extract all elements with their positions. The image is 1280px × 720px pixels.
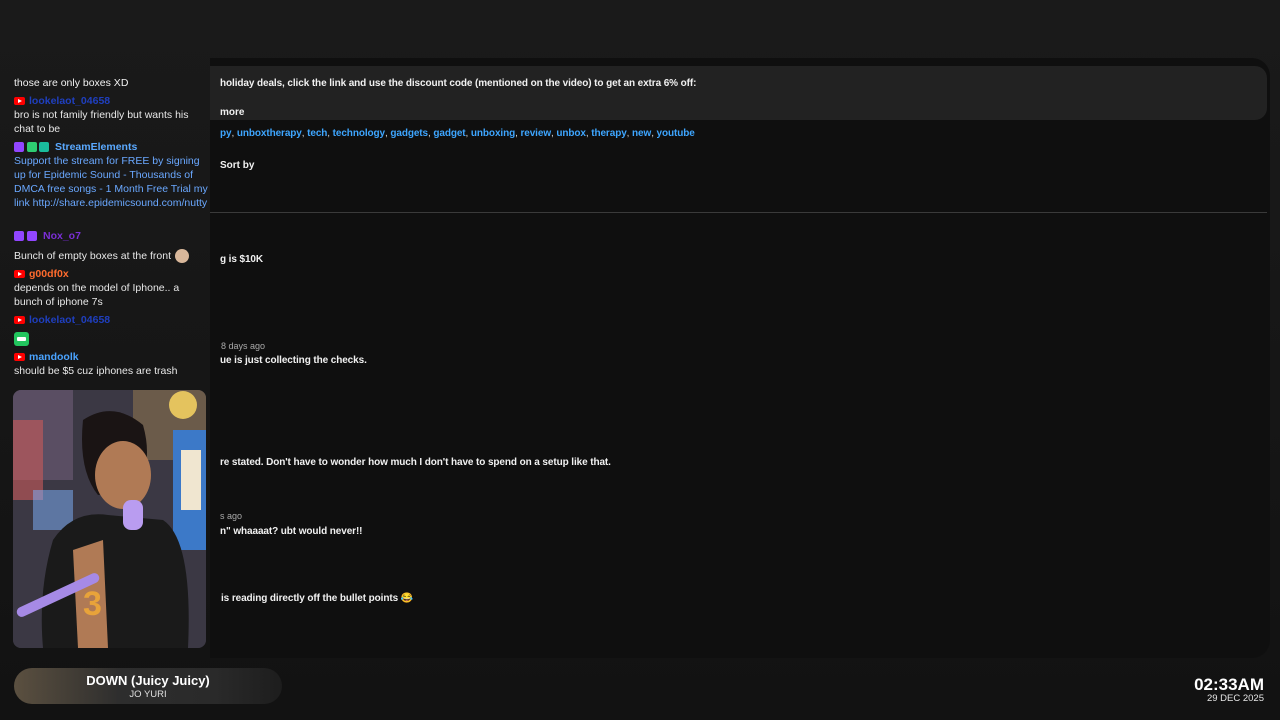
chat-username-row: mandoolk [14,350,210,364]
show-more-button[interactable]: more [220,107,244,118]
chat-message: depends on the model of Iphone.. a bunch… [14,282,180,308]
comment-timestamp[interactable]: 8 days ago [221,341,265,351]
tag-link[interactable]: review [520,128,551,139]
youtube-icon [14,270,25,279]
comment-timestamp[interactable]: s ago [220,511,242,521]
tag-link[interactable]: gadgets [390,128,428,139]
comment-text: g is $10K [220,254,264,265]
comment-text: ue is just collecting the checks. [220,355,367,366]
youtube-icon [14,97,25,106]
youtube-page: holiday deals, click the link and use th… [210,58,1270,658]
chat-message: Bunch of empty boxes at the front [14,250,172,262]
emote-icon [14,332,29,346]
tag-link[interactable]: tech [307,128,327,139]
chat-username-row: Nox_o7 [14,229,210,243]
badge-icon [27,142,37,153]
comment-text: re stated. Don't have to wonder how much… [220,457,611,468]
chat-username: g00df0x [29,268,69,280]
chat-message: bro is not family friendly but wants his… [14,109,189,135]
chat-message-row: Bunch of empty boxes at the front [14,249,210,264]
hashtag-list: py, unboxtherapy, tech, technology, gadg… [220,128,695,139]
chat-username-row: g00df0x [14,267,210,281]
tag-link[interactable]: youtube [657,128,695,139]
chat-username: StreamElements [55,141,138,153]
tag-link[interactable]: py [220,128,232,139]
svg-text:3: 3 [83,585,102,623]
chat-username: Nox_o7 [43,230,81,242]
badge-icon [27,231,37,242]
chat-message: should be $5 cuz iphones are trash [14,365,178,377]
description-box[interactable]: holiday deals, click the link and use th… [210,66,1267,120]
chat-username: lookelaot_04658 [29,95,111,107]
tag-link[interactable]: technology [333,128,385,139]
chat-username-row: lookelaot_04658 [14,94,210,108]
webcam-feed: 3 [13,390,206,648]
chat-message: those are only boxes XD [14,77,129,89]
chat-username: lookelaot_04658 [29,314,111,326]
clock-date: 29 DEC 2025 [1206,693,1264,704]
chat-message: Support the stream for FREE by signing u… [14,155,208,209]
description-text: holiday deals, click the link and use th… [220,78,697,89]
tag-link[interactable]: new [632,128,651,139]
chat-username-row: StreamElements [14,140,210,154]
tag-link[interactable]: unboxtherapy [237,128,302,139]
twitch-icon [14,142,24,153]
tag-link[interactable]: gadget [433,128,465,139]
chat-faded-row [14,62,94,72]
song-artist: JO YURI [129,689,167,700]
tag-link[interactable]: therapy [591,128,627,139]
chat-emote-row [14,332,210,350]
emote-icon [175,249,190,264]
tag-link[interactable]: unboxing [471,128,515,139]
badge-icon [39,142,49,153]
tag-link[interactable]: unbox [556,128,586,139]
twitch-icon [14,231,24,242]
webcam-image: 3 [13,390,206,648]
youtube-icon [14,353,25,362]
comments-divider [210,212,1267,213]
clock-time: 02:33AM [1194,675,1264,694]
sort-by-button[interactable]: Sort by [220,160,254,171]
song-title: DOWN (Juicy Juicy) [86,673,210,688]
comment-text: is reading directly off the bullet point… [221,593,414,604]
chat-username-row: lookelaot_04658 [14,313,210,327]
youtube-icon [14,316,25,325]
chat-username: mandoolk [29,351,79,363]
now-playing-widget: DOWN (Juicy Juicy) JO YURI [14,668,282,704]
comment-text: n" whaaaat? ubt would never!! [220,526,363,537]
